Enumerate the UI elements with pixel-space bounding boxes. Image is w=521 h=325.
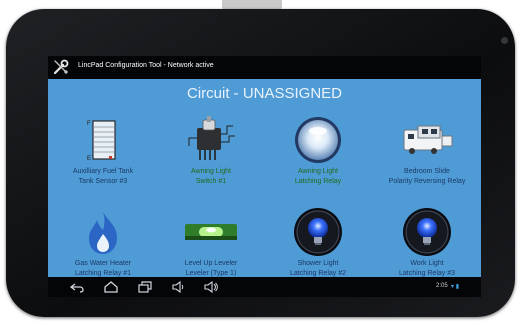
app-screen: LincPad Configuration Tool - Network act… [48, 56, 481, 297]
device-top-tab [222, 0, 282, 9]
app-title: LincPad Configuration Tool - Network act… [78, 62, 214, 69]
svg-text:F: F [87, 121, 91, 127]
volume-down-icon[interactable] [172, 281, 186, 293]
slide-out-icon [397, 114, 457, 166]
volume-up-icon[interactable] [204, 281, 218, 293]
wifi-icon: ▾ [451, 284, 455, 290]
tile-shower-light[interactable]: Shower Light Latching Relay #2 [270, 206, 366, 278]
switch-device-icon [181, 114, 241, 166]
tile-bedroom-slide[interactable]: Bedroom Slide Polarity Reversing Relay [379, 114, 475, 186]
android-nav-bar: 2:05 ▾ ▮ [48, 277, 481, 297]
tile-awning-light-relay[interactable]: Awning Light Latching Relay [270, 114, 366, 186]
home-icon[interactable] [104, 281, 118, 293]
tablet-frame: LincPad Configuration Tool - Network act… [6, 9, 515, 317]
tile-level-up-leveler[interactable]: Level Up Leveler Leveler (Type 1) [163, 206, 259, 278]
tile-label-line2: Latching Relay [294, 178, 342, 185]
level-icon [181, 206, 241, 258]
tile-label-line1: Auxilliary Fuel Tank [72, 168, 134, 175]
back-icon[interactable] [70, 281, 84, 293]
page-title: Circuit - UNASSIGNED [186, 85, 343, 102]
tile-label-line1: Shower Light [297, 260, 339, 267]
tile-label-line1: Work Light [410, 260, 444, 267]
tile-label-line2: Switch #1 [195, 178, 227, 185]
tile-auxilliary-fuel-tank[interactable]: F E Auxilliary Fuel Tank Tank Sensor #3 [55, 114, 151, 186]
recent-apps-icon[interactable] [138, 281, 152, 293]
camera-lens [501, 37, 508, 44]
tank-gauge-icon: F E [73, 114, 133, 166]
light-bulb-icon [397, 206, 457, 258]
tile-label-line2: Tank Sensor #3 [78, 178, 128, 185]
tile-gas-water-heater[interactable]: Gas Water Heater Latching Relay #1 [55, 206, 151, 278]
tile-label-line1: Awning Light [191, 168, 231, 175]
svg-text:E: E [87, 156, 91, 162]
tile-label-line1: Level Up Leveler [184, 260, 238, 267]
flame-icon [73, 206, 133, 258]
battery-icon: ▮ [455, 284, 459, 290]
status-icons: ▾ ▮ [451, 283, 459, 290]
tile-label-line1: Gas Water Heater [74, 260, 132, 267]
light-globe-icon [288, 114, 348, 166]
tile-label-line1: Bedroom Slide [404, 168, 450, 175]
tile-label-line2: Polarity Reversing Relay [388, 178, 466, 185]
tile-label-line1: Awning Light [298, 168, 338, 175]
tile-awning-light-switch[interactable]: Awning Light Switch #1 [163, 114, 259, 186]
light-bulb-icon [288, 206, 348, 258]
title-bar: LincPad Configuration Tool - Network act… [48, 56, 481, 79]
wrench-screwdriver-icon[interactable] [52, 58, 70, 76]
tile-work-light[interactable]: Work Light Latching Relay #3 [379, 206, 475, 278]
status-clock: 2:05 [436, 283, 448, 289]
